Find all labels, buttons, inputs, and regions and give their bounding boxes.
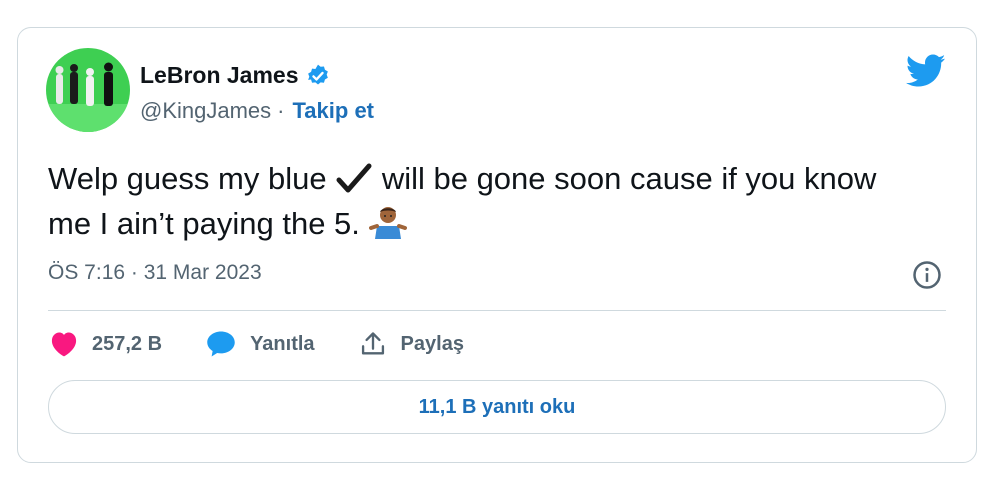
share-upload-icon [361, 332, 384, 355]
twitter-bird-icon[interactable] [906, 54, 946, 88]
tweet-text-part1: Welp guess my blue [48, 161, 327, 196]
read-replies-label: 11,1 B yanıtı oku [418, 395, 576, 418]
follow-button[interactable]: Takip et [293, 98, 375, 124]
tweet-timestamp[interactable]: ÖS 7:16 · 31 Mar 2023 [48, 261, 262, 285]
author-name-row: LeBron James [140, 62, 331, 89]
author-handle[interactable]: @KingJames [140, 98, 271, 124]
shrug-emoji-icon [368, 207, 407, 239]
author-name[interactable]: LeBron James [140, 62, 299, 89]
info-icon[interactable] [912, 260, 942, 290]
divider [48, 310, 946, 311]
handle-separator: · [277, 98, 285, 123]
verified-badge-icon [307, 64, 328, 85]
like-button[interactable]: 257,2 B [50, 331, 162, 357]
heart-icon [51, 332, 77, 357]
reply-button[interactable]: Yanıtla [206, 330, 315, 358]
read-replies-button[interactable]: 11,1 B yanıtı oku [48, 380, 946, 434]
checkmark-icon [336, 163, 372, 193]
like-count: 257,2 B [92, 332, 163, 355]
tweet-text: Welp guess my blue will be gone soon cau… [48, 156, 928, 246]
share-button[interactable]: Paylaş [359, 330, 464, 358]
reply-label: Yanıtla [250, 332, 315, 355]
tweet-card: LeBron James @KingJames · Takip et Welp … [17, 27, 977, 463]
share-label: Paylaş [400, 332, 464, 355]
action-bar: 257,2 B Yanıtla Paylaş [50, 330, 508, 358]
avatar[interactable] [46, 48, 130, 132]
author-handle-row: @KingJames · Takip et [140, 98, 374, 124]
reply-bubble-icon [207, 331, 235, 357]
